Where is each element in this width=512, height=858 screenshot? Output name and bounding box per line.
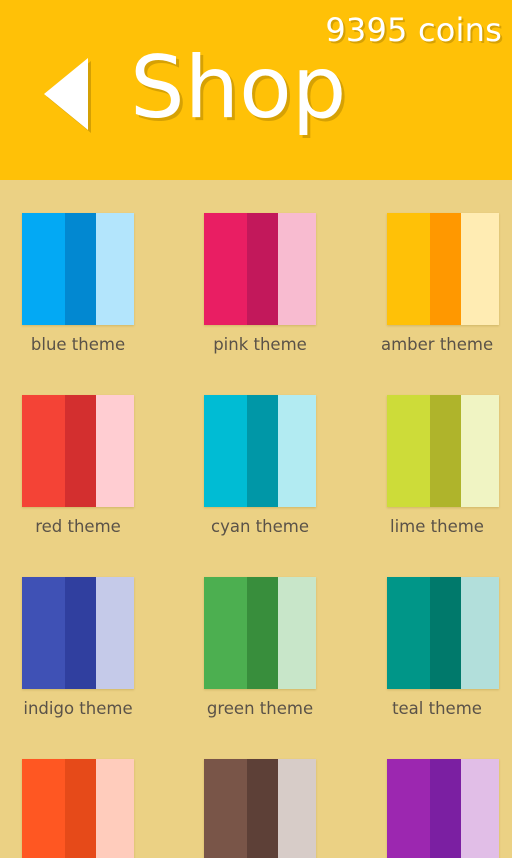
theme-swatch[interactable] bbox=[387, 759, 499, 858]
page-title: Shop bbox=[130, 38, 347, 138]
swatch-band-primary bbox=[204, 577, 248, 689]
theme-item[interactable]: pink theme bbox=[204, 213, 316, 355]
swatch-band-light bbox=[95, 577, 134, 689]
theme-swatch[interactable] bbox=[22, 759, 134, 858]
swatch-band-light bbox=[460, 759, 499, 858]
theme-row: deep orange theme brown theme purple theme bbox=[0, 726, 512, 858]
theme-label: indigo theme bbox=[23, 699, 133, 718]
swatch-band-dark bbox=[430, 395, 461, 507]
swatch-band-primary bbox=[204, 395, 248, 507]
theme-item[interactable]: deep orange theme bbox=[22, 759, 134, 858]
swatch-band-dark bbox=[247, 577, 278, 689]
swatch-band-light bbox=[277, 577, 316, 689]
theme-swatch[interactable] bbox=[22, 577, 134, 689]
swatch-band-primary bbox=[387, 577, 431, 689]
theme-label: teal theme bbox=[392, 699, 482, 718]
swatch-band-primary bbox=[204, 759, 248, 858]
back-arrow-icon bbox=[44, 58, 88, 130]
swatch-band-primary bbox=[22, 395, 66, 507]
swatch-band-light bbox=[95, 213, 134, 325]
theme-item[interactable]: indigo theme bbox=[22, 577, 134, 719]
swatch-band-light bbox=[277, 213, 316, 325]
theme-row: indigo theme green theme teal theme bbox=[0, 544, 512, 726]
theme-item[interactable]: brown theme bbox=[204, 759, 316, 858]
theme-swatch[interactable] bbox=[204, 213, 316, 325]
swatch-band-dark bbox=[430, 759, 461, 858]
swatch-band-dark bbox=[430, 577, 461, 689]
swatch-band-primary bbox=[22, 213, 66, 325]
theme-label: pink theme bbox=[213, 335, 307, 354]
theme-swatch[interactable] bbox=[387, 213, 499, 325]
swatch-band-primary bbox=[387, 395, 431, 507]
theme-row: red theme cyan theme lime theme bbox=[0, 362, 512, 544]
swatch-band-primary bbox=[387, 759, 431, 858]
theme-item[interactable]: blue theme bbox=[22, 213, 134, 355]
swatch-band-light bbox=[460, 213, 499, 325]
theme-swatch[interactable] bbox=[22, 213, 134, 325]
theme-label: lime theme bbox=[390, 517, 484, 536]
swatch-band-primary bbox=[387, 213, 431, 325]
swatch-band-light bbox=[277, 759, 316, 858]
theme-item[interactable]: teal theme bbox=[387, 577, 499, 719]
swatch-band-light bbox=[95, 759, 134, 858]
theme-label: red theme bbox=[35, 517, 121, 536]
theme-grid[interactable]: blue theme pink theme amber theme red theme… bbox=[0, 180, 512, 858]
swatch-band-dark bbox=[65, 395, 96, 507]
swatch-band-dark bbox=[247, 395, 278, 507]
swatch-band-light bbox=[277, 395, 316, 507]
theme-item[interactable]: lime theme bbox=[387, 395, 499, 537]
theme-item[interactable]: red theme bbox=[22, 395, 134, 537]
swatch-band-primary bbox=[22, 759, 66, 858]
theme-row: blue theme pink theme amber theme bbox=[0, 180, 512, 362]
theme-swatch[interactable] bbox=[387, 577, 499, 689]
swatch-band-dark bbox=[65, 213, 96, 325]
swatch-band-dark bbox=[247, 759, 278, 858]
swatch-band-primary bbox=[22, 577, 66, 689]
swatch-band-dark bbox=[65, 577, 96, 689]
coin-balance: 9395 coins bbox=[325, 11, 502, 49]
theme-item[interactable]: purple theme bbox=[387, 759, 499, 858]
theme-swatch[interactable] bbox=[387, 395, 499, 507]
theme-swatch[interactable] bbox=[204, 577, 316, 689]
swatch-band-primary bbox=[204, 213, 248, 325]
theme-label: cyan theme bbox=[211, 517, 309, 536]
swatch-band-dark bbox=[65, 759, 96, 858]
swatch-band-dark bbox=[247, 213, 278, 325]
theme-label: amber theme bbox=[381, 335, 494, 354]
theme-item[interactable]: amber theme bbox=[381, 213, 499, 355]
theme-item[interactable]: cyan theme bbox=[204, 395, 316, 537]
swatch-band-dark bbox=[430, 213, 461, 325]
theme-label: blue theme bbox=[30, 335, 126, 354]
app-header: 9395 coins Shop bbox=[0, 0, 512, 180]
swatch-band-light bbox=[95, 395, 134, 507]
shop-screen: 9395 coins Shop blue theme pink theme ambe… bbox=[0, 0, 512, 858]
theme-swatch[interactable] bbox=[22, 395, 134, 507]
theme-item[interactable]: green theme bbox=[204, 577, 316, 719]
swatch-band-light bbox=[460, 577, 499, 689]
theme-swatch[interactable] bbox=[204, 395, 316, 507]
theme-swatch[interactable] bbox=[204, 759, 316, 858]
back-button[interactable] bbox=[44, 58, 90, 130]
swatch-band-light bbox=[460, 395, 499, 507]
theme-label: green theme bbox=[206, 699, 314, 718]
